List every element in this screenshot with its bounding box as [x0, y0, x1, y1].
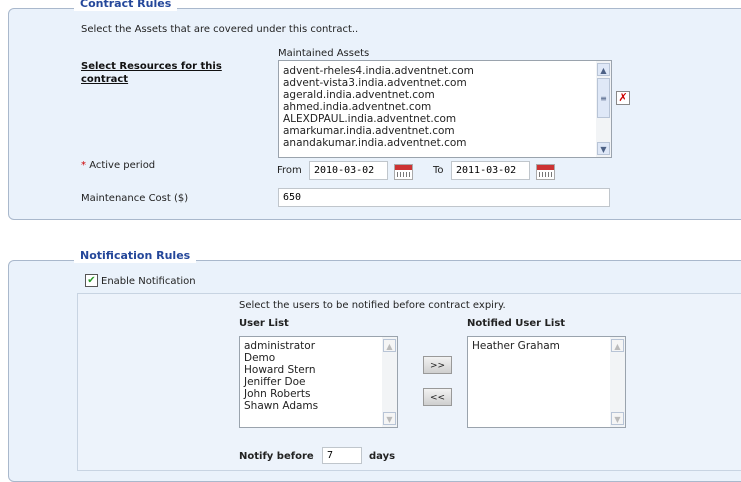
- assets-intro: Select the Assets that are covered under…: [81, 24, 359, 35]
- enable-notification-checkbox[interactable]: ✔: [85, 274, 98, 287]
- list-item[interactable]: amarkumar.india.adventnet.com: [279, 125, 611, 137]
- maintained-assets-list[interactable]: advent-rheles4.india.adventnet.com advent…: [278, 60, 612, 158]
- from-calendar-icon[interactable]: [394, 164, 413, 180]
- list-item[interactable]: anandakumar.india.adventnet.com: [279, 137, 611, 149]
- maintenance-cost-label: Maintenance Cost ($): [81, 193, 189, 204]
- to-date-input[interactable]: [451, 161, 530, 180]
- active-period-label: * Active period: [81, 160, 155, 171]
- list-item[interactable]: advent-rheles4.india.adventnet.com: [279, 65, 611, 77]
- user-list[interactable]: administrator Demo Howard Stern Jeniffer Do…: [239, 336, 398, 428]
- user-list-label: User List: [239, 318, 289, 329]
- scroll-down-icon[interactable]: ▼: [611, 412, 624, 425]
- list-item[interactable]: agerald.india.adventnet.com: [279, 89, 611, 101]
- list-item[interactable]: administrator: [240, 340, 397, 352]
- notification-inner-box: [77, 293, 741, 471]
- scroll-up-icon[interactable]: ▲: [611, 339, 624, 352]
- scrollbar[interactable]: ▲ ▼: [610, 337, 625, 427]
- list-item[interactable]: Jeniffer Doe: [240, 376, 397, 388]
- scroll-down-icon[interactable]: ▼: [383, 412, 396, 425]
- scrollbar[interactable]: ▲ ≡ ▼: [596, 61, 611, 157]
- list-item[interactable]: Demo: [240, 352, 397, 364]
- notification-intro: Select the users to be notified before c…: [239, 300, 506, 311]
- scroll-thumb[interactable]: ≡: [597, 78, 610, 118]
- list-item[interactable]: Shawn Adams: [240, 400, 397, 412]
- from-label: From: [277, 165, 302, 176]
- list-item[interactable]: Howard Stern: [240, 364, 397, 376]
- notification-rules-legend: Notification Rules: [74, 249, 197, 263]
- list-item[interactable]: John Roberts: [240, 388, 397, 400]
- scroll-down-icon[interactable]: ▼: [597, 142, 610, 155]
- remove-user-button[interactable]: <<: [423, 388, 452, 406]
- remove-asset-icon[interactable]: ✗: [616, 91, 630, 105]
- scroll-up-icon[interactable]: ▲: [383, 339, 396, 352]
- maintenance-cost-input[interactable]: [278, 188, 610, 207]
- required-mark: *: [81, 160, 86, 171]
- add-user-button[interactable]: >>: [423, 356, 452, 374]
- active-period-text: Active period: [89, 160, 156, 171]
- notified-user-list[interactable]: Heather Graham ▲ ▼: [467, 336, 626, 428]
- to-label: To: [433, 165, 444, 176]
- list-item[interactable]: ALEXDPAUL.india.adventnet.com: [279, 113, 611, 125]
- notify-days-input[interactable]: [322, 447, 362, 464]
- select-resources-link[interactable]: Select Resources for this contract: [81, 60, 241, 86]
- notify-before-label: Notify before: [239, 451, 314, 462]
- list-item[interactable]: ahmed.india.adventnet.com: [279, 101, 611, 113]
- to-calendar-icon[interactable]: [536, 164, 555, 180]
- contract-rules-legend: Contract Rules: [74, 0, 178, 11]
- enable-notification-label: Enable Notification: [101, 276, 196, 287]
- from-date-input[interactable]: [309, 161, 388, 180]
- notified-user-list-label: Notified User List: [467, 318, 566, 329]
- list-item[interactable]: advent-vista3.india.adventnet.com: [279, 77, 611, 89]
- list-item[interactable]: Heather Graham: [468, 340, 625, 352]
- maintained-assets-label: Maintained Assets: [278, 48, 370, 59]
- scrollbar[interactable]: ▲ ▼: [382, 337, 397, 427]
- scroll-up-icon[interactable]: ▲: [597, 63, 610, 76]
- days-label: days: [369, 451, 396, 462]
